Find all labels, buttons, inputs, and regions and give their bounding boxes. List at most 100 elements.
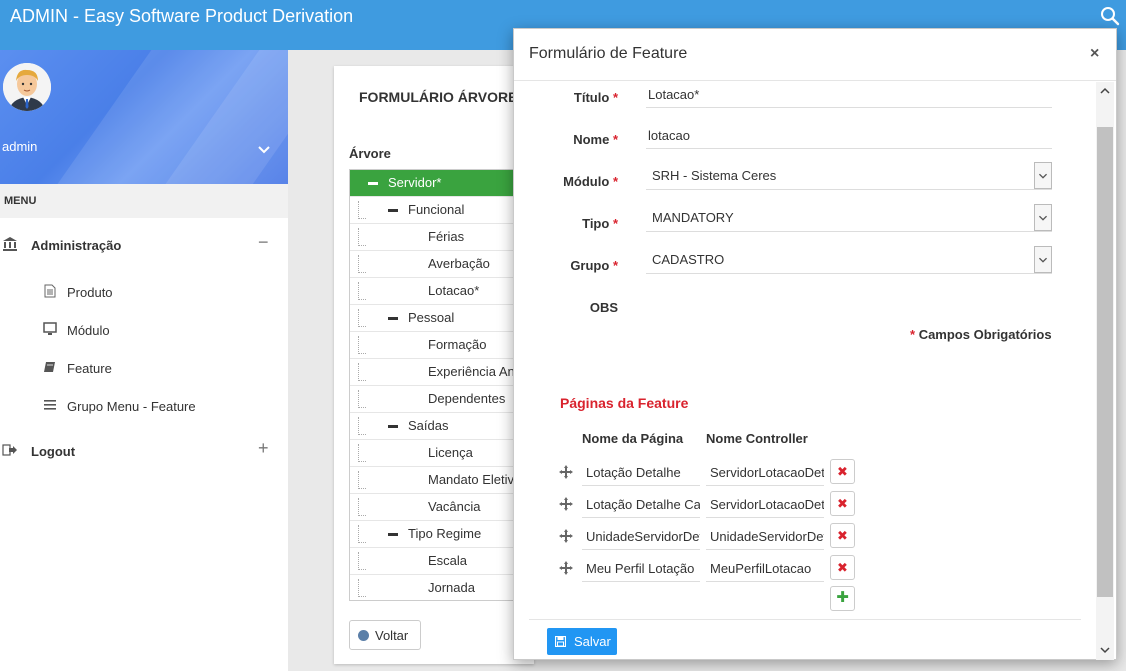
tree-connector [358, 201, 366, 219]
tree-node[interactable]: Dependentes [350, 386, 534, 413]
sidebar: admin MENU Administração − Produto Módul… [0, 50, 288, 671]
expand-icon[interactable]: + [258, 438, 269, 459]
chevron-down-icon[interactable] [1034, 204, 1052, 231]
tree-node[interactable]: Férias [350, 224, 534, 251]
nome-label: Nome * [573, 132, 618, 147]
back-button[interactable]: Voltar [349, 620, 421, 650]
tree-connector [358, 309, 366, 327]
chevron-down-icon[interactable] [1034, 162, 1052, 189]
drag-handle-icon[interactable] [558, 528, 574, 544]
chevron-down-icon[interactable] [1034, 246, 1052, 273]
back-icon [358, 630, 369, 641]
tree-node[interactable]: Mandato Eletivo [350, 467, 534, 494]
tree-node[interactable]: Tipo Regime [350, 521, 534, 548]
tree-node[interactable]: Servidor* [350, 170, 534, 197]
collapse-icon[interactable] [368, 182, 378, 185]
obs-label: OBS [589, 300, 618, 315]
table-row: UnidadeServidorDetalhe UnidadeServidorDe… [558, 522, 858, 550]
controller-name-field[interactable]: MeuPerfilLotacao [706, 554, 824, 582]
tree-node-label: Vacância [428, 499, 481, 514]
sidebar-item-feature[interactable]: Feature [0, 353, 288, 383]
collapse-icon[interactable]: − [258, 232, 269, 253]
drag-handle-icon[interactable] [558, 496, 574, 512]
pages-section-title: Páginas da Feature [560, 395, 689, 411]
modulo-label: Módulo * [563, 174, 618, 189]
tree-connector [358, 363, 366, 381]
add-row-button[interactable]: ✚ [830, 586, 855, 611]
tree-connector [358, 336, 366, 354]
save-button[interactable]: Salvar [547, 628, 617, 655]
remove-row-button[interactable]: ✖ [830, 459, 855, 484]
page-name-field[interactable]: Lotação Detalhe Cadastro [582, 490, 700, 518]
sidebar-item-label: Grupo Menu - Feature [67, 399, 196, 414]
tree-connector [358, 471, 366, 489]
app-title: ADMIN - Easy Software Product Derivation [10, 6, 354, 26]
table-row: Lotação Detalhe ServidorLotacaoDetalhe ✖ [558, 458, 858, 486]
search-icon[interactable] [1100, 6, 1120, 26]
remove-row-button[interactable]: ✖ [830, 523, 855, 548]
tree-form-panel: FORMULÁRIO ÁRVORE Árvore Servidor* Funcio… [334, 66, 534, 664]
tree-node[interactable]: Experiência Anterior [350, 359, 534, 386]
sidebar-item-produto[interactable]: Produto [0, 277, 288, 307]
tree-node[interactable]: Escala [350, 548, 534, 575]
username: admin [2, 139, 38, 154]
tree-node[interactable]: Saídas [350, 413, 534, 440]
nome-field[interactable] [646, 123, 1052, 149]
tree-node[interactable]: Formação [350, 332, 534, 359]
sidebar-item-modulo[interactable]: Módulo [0, 315, 288, 345]
tree-node[interactable]: Lotacao* [350, 278, 534, 305]
tree-node-label: Pessoal [408, 310, 455, 325]
tree-connector [358, 525, 366, 543]
sidebar-group-administracao[interactable]: Administração − [0, 230, 288, 260]
tree-label: Árvore [349, 146, 391, 161]
table-row: Lotação Detalhe Cadastro ServidorLotacao… [558, 490, 858, 518]
sidebar-group-logout[interactable]: Logout + [0, 436, 288, 466]
scroll-thumb[interactable] [1097, 127, 1113, 597]
modal-header: Formulário de Feature × [514, 29, 1116, 81]
tree-node[interactable]: Licença [350, 440, 534, 467]
tree-node[interactable]: Jornada [350, 575, 534, 600]
tree-node[interactable]: Pessoal [350, 305, 534, 332]
modulo-select[interactable]: SRH - Sistema Ceres [646, 162, 1052, 190]
drag-handle-icon[interactable] [558, 560, 574, 576]
grupo-label: Grupo * [570, 258, 618, 273]
controller-name-field[interactable]: ServidorLotacaoDetalhe [706, 458, 824, 486]
collapse-icon[interactable] [388, 533, 398, 536]
collapse-icon[interactable] [388, 425, 398, 428]
user-card: admin [0, 50, 288, 184]
controller-name-field[interactable]: UnidadeServidorDetalhe [706, 522, 824, 550]
tree-node[interactable]: Averbação [350, 251, 534, 278]
collapse-icon[interactable] [388, 317, 398, 320]
tipo-value: MANDATORY [652, 210, 734, 225]
tree-node-label: Servidor* [388, 175, 442, 190]
divider [529, 619, 1081, 620]
page-name-field[interactable]: Meu Perfil Lotação [582, 554, 700, 582]
page-name-field[interactable]: UnidadeServidorDetalhe [582, 522, 700, 550]
logout-icon [2, 444, 17, 456]
drag-handle-icon[interactable] [558, 464, 574, 480]
panel-title: FORMULÁRIO ÁRVORE [359, 89, 518, 105]
grupo-select[interactable]: CADASTRO [646, 246, 1052, 274]
scroll-up-icon[interactable] [1100, 86, 1110, 96]
page-name-field[interactable]: Lotação Detalhe [582, 458, 700, 486]
controller-name-field[interactable]: ServidorLotacaoDetalhe [706, 490, 824, 518]
modal-scrollbar[interactable] [1096, 82, 1114, 660]
modulo-value: SRH - Sistema Ceres [652, 168, 777, 183]
collapse-icon[interactable] [388, 209, 398, 212]
sidebar-item-label: Feature [67, 361, 112, 376]
tipo-select[interactable]: MANDATORY [646, 204, 1052, 232]
tree-node[interactable]: Funcional [350, 197, 534, 224]
tree-node-label: Lotacao* [428, 283, 480, 298]
chevron-down-icon[interactable] [256, 142, 272, 158]
tree-node-label: Funcional [408, 202, 465, 217]
sidebar-item-grupo-menu-feature[interactable]: Grupo Menu - Feature [0, 391, 288, 421]
scroll-down-icon[interactable] [1100, 645, 1110, 655]
titulo-label: Título * [573, 90, 618, 105]
close-icon[interactable]: × [1090, 45, 1099, 63]
remove-row-button[interactable]: ✖ [830, 555, 855, 580]
modal-body: Título * Nome * Módulo * SRH - Sistema C… [514, 82, 1096, 660]
remove-row-button[interactable]: ✖ [830, 491, 855, 516]
monitor-icon [43, 322, 57, 335]
titulo-field[interactable] [646, 82, 1052, 108]
tree-node[interactable]: Vacância [350, 494, 534, 521]
